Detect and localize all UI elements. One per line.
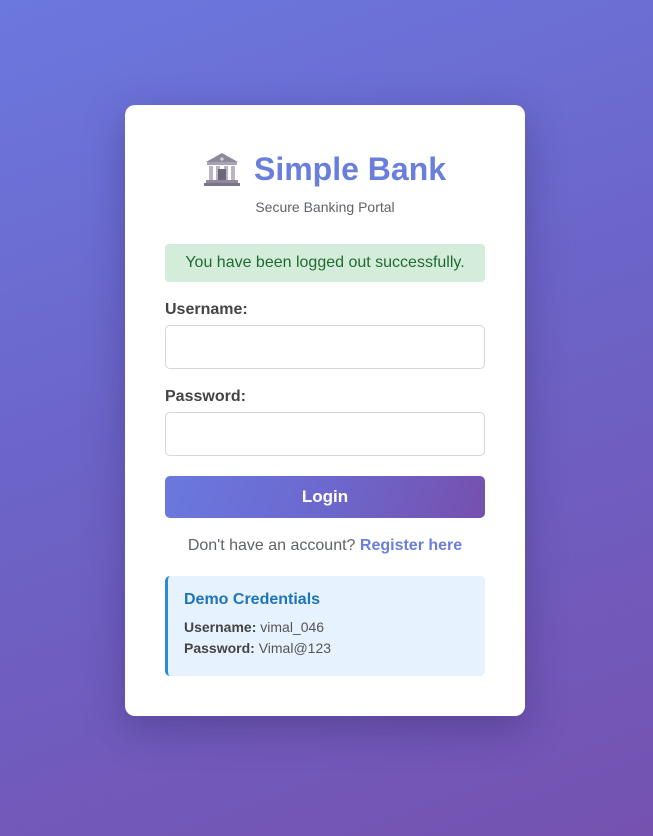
- logout-success-alert: You have been logged out successfully.: [165, 244, 485, 282]
- username-label: Username:: [165, 301, 248, 318]
- register-link[interactable]: Register here: [360, 537, 462, 554]
- demo-password-line: Password: Vimal@123: [184, 640, 331, 656]
- password-input[interactable]: [165, 412, 485, 456]
- page-subtitle: Secure Banking Portal: [255, 199, 395, 215]
- demo-username-label: Username:: [184, 619, 257, 635]
- demo-credentials-title: Demo Credentials: [184, 591, 321, 608]
- demo-username-value: vimal_046: [260, 619, 325, 635]
- username-input[interactable]: [165, 325, 485, 369]
- login-button[interactable]: Login: [165, 476, 485, 518]
- demo-credentials-box: Demo Credentials Username: vimal_046 Pas…: [165, 576, 485, 676]
- demo-username-line: Username: vimal_046: [184, 619, 324, 635]
- demo-password-label: Password:: [184, 640, 255, 656]
- bank-icon: [203, 152, 240, 186]
- register-prompt: Don't have an account? Register here: [125, 537, 525, 555]
- brand-header: Simple Bank: [125, 149, 525, 189]
- password-label: Password:: [165, 388, 246, 405]
- demo-password-value: Vimal@123: [258, 640, 332, 656]
- register-prompt-text: Don't have an account?: [187, 537, 356, 554]
- page-title: Simple Bank: [253, 150, 447, 187]
- login-card: Simple Bank Secure Banking Portal You ha…: [125, 105, 525, 716]
